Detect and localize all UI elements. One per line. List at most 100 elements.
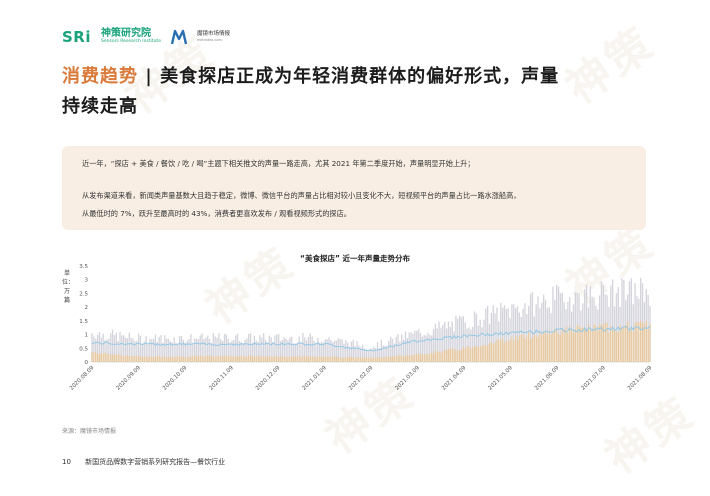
bar-total xyxy=(283,337,285,362)
bar-total xyxy=(645,289,647,362)
bar-short-video xyxy=(263,356,265,362)
bar-short-video xyxy=(109,354,112,362)
bar-total xyxy=(615,293,618,362)
y-tick-label: 0 xyxy=(85,360,89,366)
bar-total xyxy=(485,308,487,362)
bar-short-video xyxy=(360,357,362,362)
bar-short-video xyxy=(565,326,567,362)
bar-short-video xyxy=(574,329,577,362)
bar-total xyxy=(117,341,119,362)
bar-total xyxy=(421,336,423,362)
bar-short-video xyxy=(503,343,506,362)
bar-total xyxy=(93,336,95,362)
bar-total xyxy=(444,322,446,362)
bar-short-video xyxy=(464,347,466,362)
bar-short-video xyxy=(335,356,338,362)
bar-short-video xyxy=(363,357,366,362)
bar-short-video xyxy=(294,356,297,362)
bar-short-video xyxy=(210,356,213,362)
watermark: 神策 xyxy=(316,367,425,465)
bar-short-video xyxy=(626,321,629,362)
bar-total xyxy=(570,311,573,362)
bar-short-video xyxy=(552,331,554,362)
bar-total xyxy=(326,339,328,362)
bar-total xyxy=(597,309,599,362)
bar-total xyxy=(328,337,330,362)
sri-cn-name: 神策研究院 xyxy=(101,28,151,40)
bar-total xyxy=(511,304,513,362)
bar-short-video xyxy=(486,345,489,362)
bar-short-video xyxy=(427,354,429,362)
bar-total xyxy=(649,306,651,362)
y-tick-label: 2.5 xyxy=(79,291,88,297)
description-box: 近一年，“探店 + 美食 / 餐饮 / 吃 / 喝”主题下相关推文的声量一路走高… xyxy=(62,146,646,230)
bar-total xyxy=(208,338,211,362)
bar-short-video xyxy=(319,356,321,362)
bar-total xyxy=(98,331,101,362)
bar-total xyxy=(610,285,612,362)
bar-short-video xyxy=(389,356,392,362)
bar-short-video xyxy=(343,357,345,362)
bar-total xyxy=(449,326,451,362)
bar-short-video xyxy=(595,325,597,362)
bar-short-video xyxy=(546,334,549,362)
bar-total xyxy=(223,333,226,362)
bar-short-video xyxy=(386,356,388,362)
bar-short-video xyxy=(621,328,623,362)
bar-short-video xyxy=(604,322,606,362)
bar-short-video xyxy=(477,347,479,362)
bar-total xyxy=(539,308,541,362)
bar-total xyxy=(337,338,340,362)
bar-total xyxy=(363,348,366,362)
bar-short-video xyxy=(429,354,431,362)
x-tick-label: 2020.10.09 xyxy=(162,365,189,392)
bar-total xyxy=(210,343,213,362)
bar-short-video xyxy=(606,323,608,362)
bar-total xyxy=(227,338,229,362)
bar-short-video xyxy=(91,352,93,362)
bar-total xyxy=(360,347,362,362)
bar-total xyxy=(475,313,478,362)
bar-short-video xyxy=(225,356,228,362)
bar-total xyxy=(141,343,144,362)
bar-short-video xyxy=(352,356,354,362)
bar-total xyxy=(197,339,200,362)
x-tick-label: 2021.05.09 xyxy=(487,365,514,392)
bar-total xyxy=(619,306,621,362)
bar-total xyxy=(361,344,364,362)
bar-short-video xyxy=(416,354,418,362)
bar-total xyxy=(261,337,263,362)
y-tick-label: 1.5 xyxy=(79,319,88,325)
bar-total xyxy=(477,325,479,362)
bar-short-video xyxy=(160,357,162,362)
bar-total xyxy=(315,342,317,362)
bar-short-video xyxy=(561,328,563,362)
bar-total xyxy=(386,345,388,362)
bar-short-video xyxy=(347,357,349,362)
bar-total xyxy=(91,333,93,362)
bar-short-video xyxy=(361,357,364,362)
bar-total xyxy=(220,339,222,362)
bar-short-video xyxy=(374,358,377,362)
bar-total xyxy=(602,285,605,362)
bar-short-video xyxy=(423,354,425,362)
bar-total xyxy=(160,335,162,362)
bar-total xyxy=(630,278,633,362)
bar-total xyxy=(641,283,644,362)
bar-total xyxy=(625,300,627,362)
bar-short-video xyxy=(628,331,631,362)
bar-total xyxy=(207,335,209,362)
bar-short-video xyxy=(238,356,241,362)
bar-total xyxy=(193,338,196,362)
bar-total xyxy=(563,302,565,362)
bar-short-video xyxy=(126,355,129,362)
bar-short-video xyxy=(292,356,295,362)
bar-total xyxy=(546,308,549,362)
bar-short-video xyxy=(425,354,427,362)
bar-short-video xyxy=(216,356,218,362)
bar-total xyxy=(270,337,272,362)
bar-total xyxy=(341,339,343,362)
bar-total xyxy=(442,324,444,362)
bar-short-video xyxy=(602,324,605,362)
bar-short-video xyxy=(302,355,304,362)
